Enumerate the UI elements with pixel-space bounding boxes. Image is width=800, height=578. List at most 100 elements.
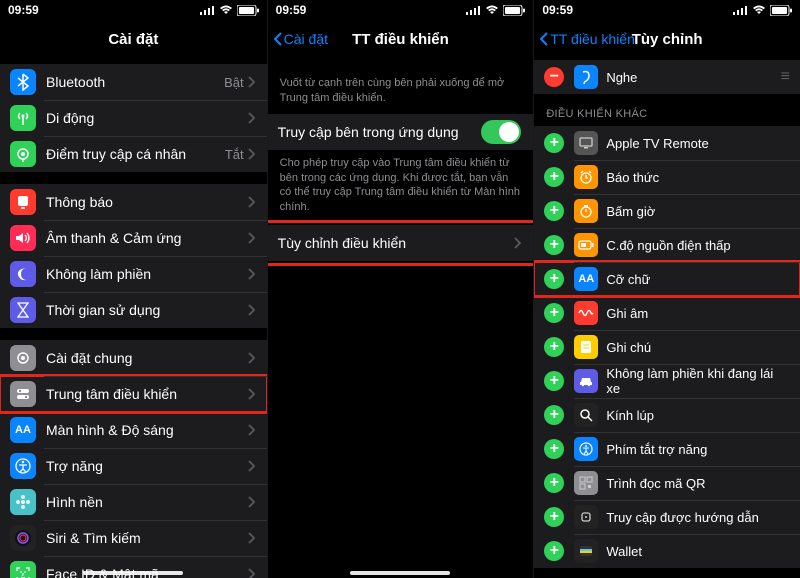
- back-label: TT điều khiển: [550, 31, 635, 47]
- settings-row[interactable]: Thông báo: [0, 184, 267, 220]
- add-button[interactable]: +: [544, 201, 564, 221]
- customize-content[interactable]: −Nghe≡ ĐIỀU KHIỂN KHÁC +Apple TV Remote+…: [534, 58, 800, 578]
- chevron-right-icon: [248, 532, 255, 544]
- settings-row[interactable]: Di động: [0, 100, 267, 136]
- remove-button[interactable]: −: [544, 67, 564, 87]
- add-button[interactable]: +: [544, 439, 564, 459]
- back-button[interactable]: Cài đặt: [274, 31, 328, 47]
- add-button[interactable]: +: [544, 541, 564, 561]
- speaker-icon: [10, 225, 36, 251]
- settings-row[interactable]: BluetoothBật: [0, 64, 267, 100]
- chevron-right-icon: [248, 424, 255, 436]
- row-label: Nghe: [606, 70, 780, 85]
- more-control-row[interactable]: +Báo thức: [534, 160, 800, 194]
- back-label: Cài đặt: [284, 31, 328, 47]
- more-control-row[interactable]: +Kính lúp: [534, 398, 800, 432]
- more-control-row[interactable]: + Apple TV Remote: [534, 126, 800, 160]
- chevron-right-icon: [248, 352, 255, 364]
- battery-icon: [237, 5, 259, 16]
- row-access-in-apps[interactable]: Truy cập bên trong ứng dụng: [268, 114, 534, 150]
- more-control-row[interactable]: + C.độ nguồn điện thấp: [534, 228, 800, 262]
- chevron-right-icon: [248, 496, 255, 508]
- row-label: Hình nền: [46, 494, 248, 510]
- settings-row[interactable]: Trợ năng: [0, 448, 267, 484]
- row-label: Cỡ chữ: [606, 272, 788, 287]
- included-control-row[interactable]: − Nghe≡: [534, 60, 800, 94]
- navbar: Cài đặt: [0, 20, 267, 58]
- settings-row[interactable]: Điểm truy cập cá nhânTắt: [0, 136, 267, 172]
- more-control-row[interactable]: +Ghi chú: [534, 330, 800, 364]
- toggle-switch[interactable]: [481, 120, 521, 144]
- row-label: Truy cập được hướng dẫn: [606, 510, 788, 525]
- chevron-right-icon: [248, 460, 255, 472]
- mag-icon: [574, 403, 598, 427]
- settings-row[interactable]: Trung tâm điều khiển: [0, 376, 267, 412]
- navbar: TT điều khiển Tùy chỉnh: [534, 20, 800, 58]
- add-button[interactable]: +: [544, 405, 564, 425]
- wave-icon: [574, 301, 598, 325]
- settings-row[interactable]: AAMàn hình & Độ sáng: [0, 412, 267, 448]
- chevron-right-icon: [248, 304, 255, 316]
- flower-icon: [10, 489, 36, 515]
- add-button[interactable]: +: [544, 235, 564, 255]
- add-button[interactable]: +: [544, 371, 564, 391]
- row-label: Thông báo: [46, 194, 248, 210]
- ear-icon: [574, 65, 598, 89]
- home-indicator[interactable]: [350, 571, 450, 575]
- settings-content[interactable]: BluetoothBậtDi độngĐiểm truy cập cá nhân…: [0, 58, 267, 578]
- more-control-row[interactable]: +Ghi âm: [534, 296, 800, 330]
- row-label: Siri & Tìm kiếm: [46, 530, 248, 546]
- home-indicator[interactable]: [83, 571, 183, 575]
- phone-customize: 09:59 TT điều khiển Tùy chỉnh − Nghe≡ ĐIỀ…: [533, 0, 800, 578]
- status-bar: 09:59: [534, 0, 800, 20]
- settings-row[interactable]: Cài đặt chung: [0, 340, 267, 376]
- cc-content[interactable]: Vuốt từ cạnh trên cùng bên phải xuống để…: [268, 58, 534, 578]
- add-button[interactable]: +: [544, 337, 564, 357]
- moon-icon: [10, 261, 36, 287]
- more-control-row[interactable]: +Bấm giờ: [534, 194, 800, 228]
- add-button[interactable]: +: [544, 303, 564, 323]
- chevron-right-icon: [514, 237, 521, 249]
- row-label: Âm thanh & Cảm ứng: [46, 230, 248, 246]
- add-button[interactable]: +: [544, 473, 564, 493]
- hand-icon: [574, 505, 598, 529]
- signal-icon: [733, 5, 748, 15]
- bell-icon: [10, 189, 36, 215]
- more-control-row[interactable]: +Phím tắt trợ năng: [534, 432, 800, 466]
- settings-row[interactable]: Siri & Tìm kiếm: [0, 520, 267, 556]
- row-label: C.độ nguồn điện thấp: [606, 238, 788, 253]
- back-button[interactable]: TT điều khiển: [540, 31, 635, 47]
- add-button[interactable]: +: [544, 133, 564, 153]
- chevron-right-icon: [248, 148, 255, 160]
- status-icons: [200, 5, 259, 16]
- status-icons: [466, 5, 525, 16]
- more-control-row[interactable]: +Trình đọc mã QR: [534, 466, 800, 500]
- row-label: Apple TV Remote: [606, 136, 788, 151]
- row-customize-controls[interactable]: Tùy chỉnh điều khiển: [268, 225, 534, 261]
- settings-row[interactable]: Thời gian sử dụng: [0, 292, 267, 328]
- add-button[interactable]: +: [544, 269, 564, 289]
- more-control-row[interactable]: +AACỡ chữ: [534, 262, 800, 296]
- add-button[interactable]: +: [544, 167, 564, 187]
- add-button[interactable]: +: [544, 507, 564, 527]
- more-control-row[interactable]: + Không làm phiền khi đang lái xe: [534, 364, 800, 398]
- row-label: Trợ năng: [46, 458, 248, 474]
- phone-settings: 09:59 Cài đặt BluetoothBậtDi độngĐiểm tr…: [0, 0, 267, 578]
- wifi-icon: [752, 5, 766, 15]
- chevron-right-icon: [248, 112, 255, 124]
- switches-icon: [10, 381, 36, 407]
- settings-row[interactable]: Không làm phiền: [0, 256, 267, 292]
- signal-icon: [466, 5, 481, 15]
- more-control-row[interactable]: +Wallet: [534, 534, 800, 568]
- more-control-row[interactable]: + Truy cập được hướng dẫn: [534, 500, 800, 534]
- note-icon: [574, 335, 598, 359]
- access2-icon: [574, 437, 598, 461]
- row-label: Tùy chỉnh điều khiển: [278, 235, 515, 251]
- row-label: Màn hình & Độ sáng: [46, 422, 248, 438]
- settings-row[interactable]: Âm thanh & Cảm ứng: [0, 220, 267, 256]
- drag-handle-icon[interactable]: ≡: [781, 68, 788, 86]
- row-label: Không làm phiền khi đang lái xe: [606, 366, 788, 396]
- settings-row[interactable]: Hình nền: [0, 484, 267, 520]
- section-header: ĐIỀU KHIỂN KHÁC: [534, 94, 800, 126]
- tv-icon: [574, 131, 598, 155]
